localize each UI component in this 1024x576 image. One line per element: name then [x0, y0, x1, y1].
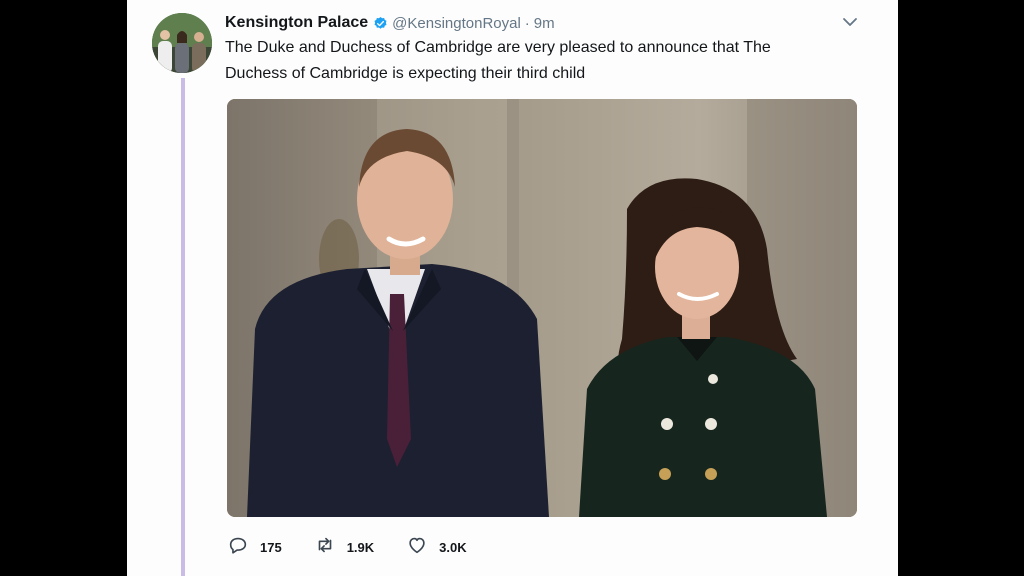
video-frame: Kensington Palace @KensingtonRoyal · 9m …: [0, 0, 1024, 576]
like-button[interactable]: 3.0K: [406, 534, 467, 561]
reply-count: 175: [260, 539, 282, 555]
verified-badge-icon: [373, 16, 388, 31]
tweet-card: Kensington Palace @KensingtonRoyal · 9m …: [127, 0, 898, 576]
photo-image: [227, 99, 857, 517]
avatar-image: [152, 13, 212, 73]
separator-dot: ·: [524, 14, 530, 32]
like-count: 3.0K: [439, 539, 467, 555]
avatar[interactable]: [152, 13, 212, 73]
chevron-down-icon[interactable]: [840, 12, 860, 32]
reply-button[interactable]: 175: [227, 534, 282, 561]
thread-line: [181, 78, 185, 576]
tweet-text: The Duke and Duchess of Cambridge are ve…: [225, 35, 845, 87]
retweet-button[interactable]: 1.9K: [314, 534, 374, 561]
author-name[interactable]: Kensington Palace: [225, 14, 368, 32]
reply-icon: [227, 534, 249, 561]
like-icon: [406, 534, 428, 561]
tweet-timestamp[interactable]: 9m: [534, 15, 555, 32]
tweet-text-line: Duchess of Cambridge is expecting their …: [225, 65, 586, 82]
tweet-actions: 175 1.9K 3.0K: [227, 536, 499, 558]
retweet-count: 1.9K: [346, 539, 375, 555]
tweet-photo[interactable]: [227, 99, 857, 517]
author-handle[interactable]: @KensingtonRoyal: [392, 15, 521, 32]
retweet-icon: [314, 534, 336, 561]
tweet-header: Kensington Palace @KensingtonRoyal · 9m: [225, 12, 555, 34]
tweet-text-line: The Duke and Duchess of Cambridge are ve…: [225, 39, 771, 56]
